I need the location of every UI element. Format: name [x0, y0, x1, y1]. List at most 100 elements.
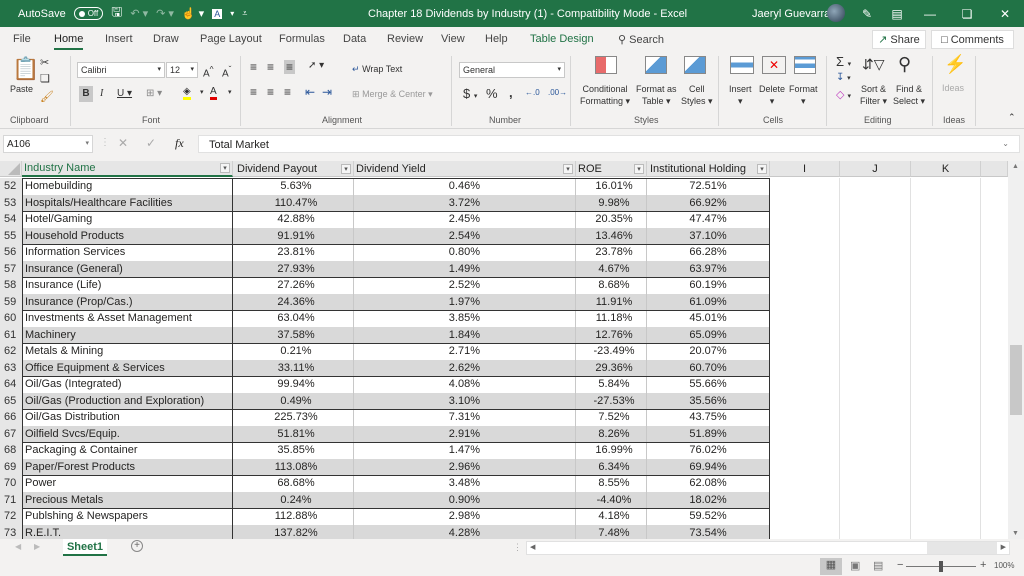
zoom-in-icon[interactable]: +: [980, 559, 986, 571]
cell-dividend-payout[interactable]: 68.68%: [233, 475, 354, 492]
cell-industry-name[interactable]: Insurance (General): [22, 260, 233, 277]
cell-empty[interactable]: [911, 425, 981, 442]
cell-empty[interactable]: [911, 524, 981, 539]
zoom-level[interactable]: 100%: [994, 561, 1014, 570]
sort-filter-button[interactable]: Sort & Filter ▾: [860, 83, 887, 107]
cell-industry-name[interactable]: Hospitals/Healthcare Facilities: [22, 194, 233, 211]
pen-icon[interactable]: ✎: [852, 0, 882, 27]
save-icon[interactable]: 🖫: [111, 3, 122, 25]
cell-empty[interactable]: [911, 310, 981, 327]
cell-roe[interactable]: -27.53%: [576, 392, 647, 409]
cell-industry-name[interactable]: Household Products: [22, 227, 233, 244]
cell-empty[interactable]: [911, 409, 981, 426]
find-select-button[interactable]: Find & Select ▾: [893, 83, 925, 107]
row-number[interactable]: 56: [0, 244, 22, 261]
decrease-font-icon[interactable]: Aˇ: [222, 64, 231, 79]
tab-page-layout[interactable]: Page Layout: [200, 33, 262, 45]
cell-roe[interactable]: 29.36%: [576, 359, 647, 376]
fill-icon[interactable]: ↧ ▾: [836, 72, 851, 83]
cell-empty[interactable]: [770, 508, 840, 525]
cell-empty[interactable]: [770, 326, 840, 343]
cell-roe[interactable]: 4.18%: [576, 508, 647, 525]
cell-roe[interactable]: 7.48%: [576, 524, 647, 539]
row-number[interactable]: 73: [0, 524, 22, 539]
ideas-button[interactable]: Ideas: [942, 83, 964, 93]
decrease-decimal-icon[interactable]: .00→: [548, 88, 567, 97]
cell-empty[interactable]: [911, 458, 981, 475]
cell-roe[interactable]: 12.76%: [576, 326, 647, 343]
conditional-formatting-button[interactable]: Conditional Formatting ▾: [580, 83, 630, 107]
formula-input[interactable]: Total Market ⌄: [198, 135, 1020, 153]
delete-cells-icon[interactable]: ✕: [762, 56, 786, 74]
minimize-button[interactable]: —: [915, 0, 945, 27]
cell-empty[interactable]: [770, 194, 840, 211]
insert-cells-icon[interactable]: [730, 56, 754, 74]
cell-roe[interactable]: 23.78%: [576, 244, 647, 261]
cell-empty[interactable]: [840, 227, 911, 244]
ideas-icon[interactable]: ⚡: [944, 54, 966, 75]
cell-empty[interactable]: [840, 508, 911, 525]
cell-roe[interactable]: 4.67%: [576, 260, 647, 277]
align-right-icon[interactable]: ≡: [284, 85, 291, 99]
cell-empty[interactable]: [911, 376, 981, 393]
cell-dividend-payout[interactable]: 99.94%: [233, 376, 354, 393]
cell-dividend-payout[interactable]: 51.81%: [233, 425, 354, 442]
cell-dividend-yield[interactable]: 2.96%: [354, 458, 576, 475]
cell-dividend-yield[interactable]: 2.71%: [354, 343, 576, 360]
row-number[interactable]: 68: [0, 442, 22, 459]
cell-roe[interactable]: 8.26%: [576, 425, 647, 442]
cell-institutional-holding[interactable]: 37.10%: [647, 227, 770, 244]
row-number[interactable]: 63: [0, 359, 22, 376]
cell-roe[interactable]: 11.18%: [576, 310, 647, 327]
cell-empty[interactable]: [911, 508, 981, 525]
cell-roe[interactable]: 16.99%: [576, 442, 647, 459]
cell-empty[interactable]: [770, 211, 840, 228]
cell-empty[interactable]: [770, 442, 840, 459]
cell-dividend-payout[interactable]: 23.81%: [233, 244, 354, 261]
cell-roe[interactable]: -23.49%: [576, 343, 647, 360]
scroll-right-icon[interactable]: ▶: [1001, 543, 1006, 551]
cell-industry-name[interactable]: Homebuilding: [22, 178, 233, 195]
cell-empty[interactable]: [840, 211, 911, 228]
filter-dropdown-icon[interactable]: ▾: [634, 163, 644, 174]
add-sheet-icon[interactable]: +: [131, 540, 143, 552]
tab-review[interactable]: Review: [387, 33, 423, 45]
scroll-down-icon[interactable]: ▼: [1012, 530, 1019, 537]
bottom-align-icon[interactable]: ≡: [284, 60, 296, 74]
cell-dividend-payout[interactable]: 24.36%: [233, 293, 354, 310]
cell-institutional-holding[interactable]: 55.66%: [647, 376, 770, 393]
cell-dividend-yield[interactable]: 3.72%: [354, 194, 576, 211]
filter-dropdown-icon[interactable]: ▾: [563, 163, 573, 174]
tab-home[interactable]: Home: [54, 33, 84, 50]
cell-institutional-holding[interactable]: 59.52%: [647, 508, 770, 525]
cell-empty[interactable]: [840, 475, 911, 492]
borders-icon[interactable]: ⊞ ▾: [146, 88, 162, 99]
row-number[interactable]: 70: [0, 475, 22, 492]
cell-dividend-yield[interactable]: 3.10%: [354, 392, 576, 409]
cell-institutional-holding[interactable]: 43.75%: [647, 409, 770, 426]
sheet-tab-sheet1[interactable]: Sheet1: [63, 539, 107, 556]
cell-empty[interactable]: [911, 178, 981, 195]
row-number[interactable]: 57: [0, 260, 22, 277]
conditional-formatting-icon[interactable]: [595, 56, 617, 74]
cell-empty[interactable]: [840, 260, 911, 277]
cell-dividend-yield[interactable]: 2.91%: [354, 425, 576, 442]
cell-empty[interactable]: [770, 491, 840, 508]
cell-empty[interactable]: [911, 194, 981, 211]
tab-data[interactable]: Data: [343, 33, 366, 45]
cell-empty[interactable]: [911, 326, 981, 343]
cell-dividend-yield[interactable]: 3.85%: [354, 310, 576, 327]
cell-empty[interactable]: [840, 458, 911, 475]
cell-empty[interactable]: [840, 425, 911, 442]
font-color-qa-icon[interactable]: A: [212, 8, 223, 19]
cell-industry-name[interactable]: Oil/Gas (Production and Exploration): [22, 392, 233, 409]
cell-dividend-payout[interactable]: 0.24%: [233, 491, 354, 508]
sort-filter-icon[interactable]: ⇵▽: [862, 56, 885, 73]
cell-empty[interactable]: [770, 524, 840, 539]
increase-font-icon[interactable]: A^: [203, 64, 214, 79]
cell-empty[interactable]: [770, 475, 840, 492]
user-name[interactable]: Jaeryl Guevarra: [752, 8, 830, 20]
filter-dropdown-icon[interactable]: ▾: [220, 163, 230, 173]
row-number[interactable]: 59: [0, 293, 22, 310]
page-break-view-icon[interactable]: ▤: [873, 559, 883, 572]
